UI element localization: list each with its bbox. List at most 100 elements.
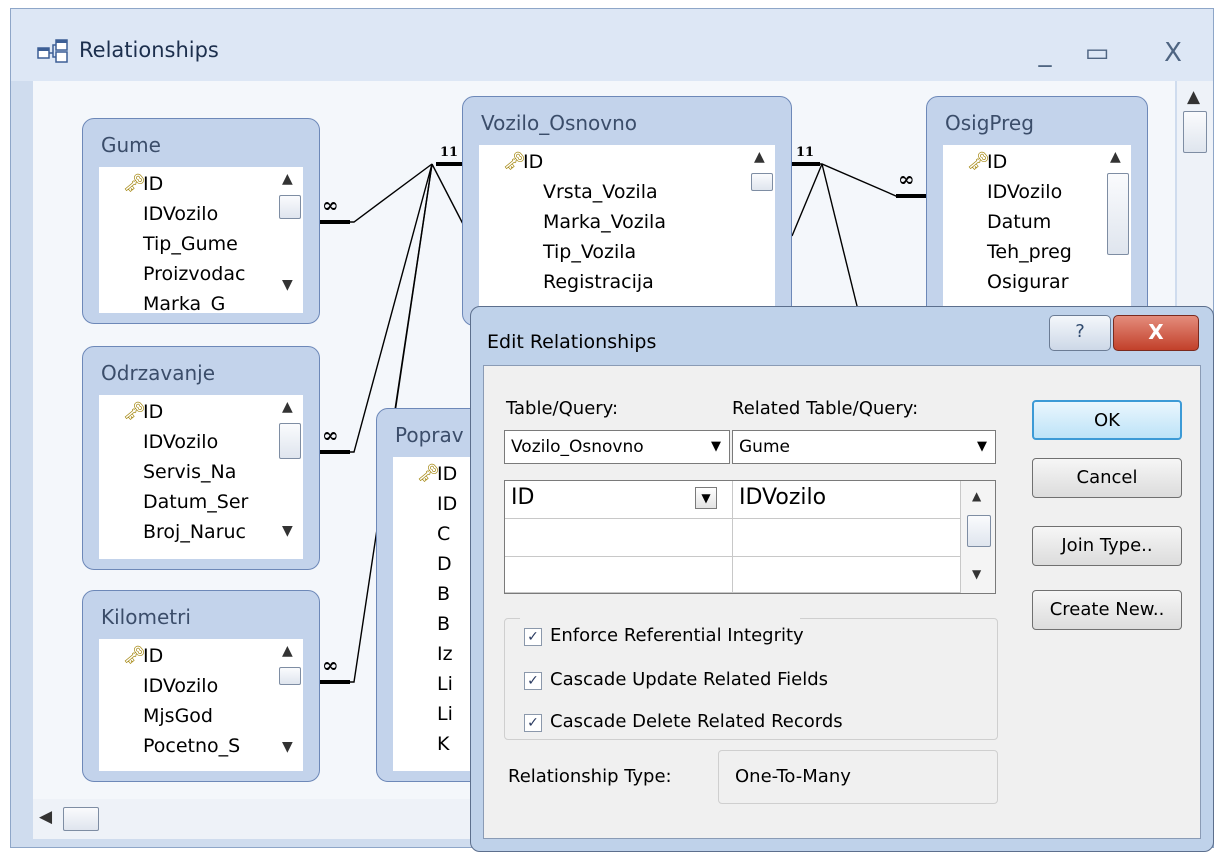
cascade-update-checkbox[interactable]: ✓: [524, 672, 542, 690]
field-item[interactable]: Pocetno_S: [143, 735, 240, 757]
field-item[interactable]: ID: [437, 463, 457, 485]
field-item[interactable]: Registracija: [543, 271, 654, 293]
scroll-up-arrow-icon[interactable]: ▲: [754, 149, 765, 165]
field-list[interactable]: 🗝 ID IDVozilo Datum Teh_preg Osigurar ▲: [943, 145, 1131, 315]
scroll-down-arrow-icon[interactable]: ▼: [972, 567, 981, 581]
table-scroll-thumb[interactable]: [751, 173, 773, 191]
field-list[interactable]: 🗝 ID IDVozilo Servis_Na Datum_Ser Broj_N…: [99, 395, 303, 559]
field-item[interactable]: ID: [143, 645, 163, 667]
dialog-close-button[interactable]: X: [1113, 315, 1199, 351]
field-item[interactable]: B: [437, 583, 450, 605]
cascade-update-label: Cascade Update Related Fields: [550, 669, 829, 690]
create-new-button[interactable]: Create New..: [1032, 590, 1182, 630]
field-item[interactable]: Li: [437, 673, 453, 695]
table-title: OsigPreg: [945, 111, 1034, 135]
related-field-cell[interactable]: IDVozilo: [733, 481, 961, 519]
table-title: Gume: [101, 133, 161, 157]
related-field-cell[interactable]: [733, 557, 961, 593]
field-item[interactable]: IDVozilo: [987, 181, 1062, 203]
field-item[interactable]: IDVozilo: [143, 203, 218, 225]
table-query-select[interactable]: Vozilo_Osnovno ▼: [504, 430, 730, 464]
field-item[interactable]: Tip_Vozila: [543, 241, 636, 263]
cascade-delete-checkbox[interactable]: ✓: [524, 714, 542, 732]
scroll-up-arrow-icon[interactable]: ▲: [282, 643, 293, 659]
field-item[interactable]: Li: [437, 703, 453, 725]
table-scrollbar[interactable]: ▲ ▼: [275, 167, 303, 313]
field-list[interactable]: 🗝 ID IDVozilo Tip_Gume Proizvodac Marka_…: [99, 167, 303, 313]
field-item[interactable]: Tip_Gume: [143, 233, 238, 255]
cascade-update-row[interactable]: ✓ Cascade Update Related Fields: [524, 666, 884, 696]
primary-field-cell[interactable]: ID ▼: [505, 481, 733, 519]
field-item[interactable]: Osigurar: [987, 271, 1069, 293]
enforce-integrity-label: Enforce Referential Integrity: [550, 625, 804, 646]
field-mapping-grid[interactable]: ID ▼ IDVozilo ▲ ▼: [504, 480, 996, 594]
field-item[interactable]: ID: [143, 401, 163, 423]
field-item[interactable]: Datum: [987, 211, 1051, 233]
table-osigpreg[interactable]: OsigPreg 🗝 ID IDVozilo Datum Teh_preg Os…: [926, 96, 1148, 326]
chevron-down-icon[interactable]: ▼: [711, 431, 721, 463]
table-scrollbar[interactable]: ▲: [1103, 145, 1131, 315]
relationship-type-label: Relationship Type:: [508, 766, 672, 787]
table-query-value: Vozilo_Osnovno: [511, 437, 644, 457]
field-item[interactable]: D: [437, 553, 452, 575]
field-item[interactable]: Marka_Vozila: [543, 211, 666, 233]
field-item[interactable]: ID: [143, 173, 163, 195]
many-end-label: ∞: [322, 193, 339, 217]
field-item[interactable]: Proizvodac: [143, 263, 245, 285]
join-type-button[interactable]: Join Type..: [1032, 526, 1182, 566]
field-item[interactable]: Iz: [437, 643, 453, 665]
field-item[interactable]: IDVozilo: [143, 431, 218, 453]
help-button[interactable]: ?: [1049, 315, 1111, 351]
primary-field-cell[interactable]: [505, 557, 733, 593]
table-scrollbar[interactable]: ▲ ▼: [275, 395, 303, 559]
field-item[interactable]: Marka_G: [143, 293, 225, 313]
field-item[interactable]: Vrsta_Vozila: [543, 181, 658, 203]
field-item[interactable]: MjsGod: [143, 705, 213, 727]
table-query-label: Table/Query:: [506, 398, 619, 419]
enforce-integrity-checkbox[interactable]: ✓: [524, 628, 542, 646]
table-vozilo-osnovno[interactable]: Vozilo_Osnovno 🗝 ID Vrsta_Vozila Marka_V…: [462, 96, 792, 326]
scroll-down-arrow-icon[interactable]: ▼: [282, 523, 293, 539]
grid-scroll-thumb[interactable]: [967, 515, 991, 547]
field-item[interactable]: IDVozilo: [143, 675, 218, 697]
chevron-down-icon[interactable]: ▼: [695, 487, 717, 509]
scroll-up-arrow-icon[interactable]: ▲: [1110, 149, 1121, 165]
table-odrzavanje[interactable]: Odrzavanje 🗝 ID IDVozilo Servis_Na Datum…: [82, 346, 320, 570]
scroll-up-arrow-icon[interactable]: ▲: [282, 171, 293, 187]
table-scroll-thumb[interactable]: [1107, 173, 1129, 255]
field-item[interactable]: C: [437, 523, 450, 545]
table-scrollbar[interactable]: ▲: [747, 145, 775, 315]
table-kilometri[interactable]: Kilometri 🗝 ID IDVozilo MjsGod Pocetno_S…: [82, 590, 320, 782]
related-table-select[interactable]: Gume ▼: [732, 430, 996, 464]
table-gume[interactable]: Gume 🗝 ID IDVozilo Tip_Gume Proizvodac M…: [82, 118, 320, 324]
enforce-row[interactable]: ✓ Enforce Referential Integrity: [520, 618, 804, 652]
ok-button[interactable]: OK: [1032, 400, 1182, 440]
field-list[interactable]: 🗝 ID IDVozilo MjsGod Pocetno_S ▲ ▼: [99, 639, 303, 771]
related-table-value: Gume: [739, 437, 790, 457]
field-item[interactable]: ID: [523, 151, 543, 173]
field-item[interactable]: Servis_Na: [143, 461, 236, 483]
field-item[interactable]: K: [437, 733, 449, 755]
table-scroll-thumb[interactable]: [279, 667, 301, 685]
scroll-up-arrow-icon[interactable]: ▲: [282, 399, 293, 415]
scroll-down-arrow-icon[interactable]: ▼: [282, 277, 293, 293]
field-item[interactable]: Datum_Ser: [143, 491, 248, 513]
scroll-down-arrow-icon[interactable]: ▼: [282, 739, 293, 755]
cascade-delete-row[interactable]: ✓ Cascade Delete Related Records: [524, 708, 884, 738]
grid-scrollbar[interactable]: ▲ ▼: [961, 481, 995, 593]
field-item[interactable]: Teh_preg: [987, 241, 1072, 263]
table-scroll-thumb[interactable]: [279, 423, 301, 459]
field-item[interactable]: B: [437, 613, 450, 635]
scroll-up-arrow-icon[interactable]: ▲: [972, 489, 981, 503]
dialog-client-area: Table/Query: Related Table/Query: Vozilo…: [483, 365, 1201, 839]
related-field-cell[interactable]: [733, 519, 961, 557]
table-scrollbar[interactable]: ▲ ▼: [275, 639, 303, 771]
table-scroll-thumb[interactable]: [279, 195, 301, 219]
field-list[interactable]: 🗝 ID Vrsta_Vozila Marka_Vozila Tip_Vozil…: [479, 145, 775, 315]
field-item[interactable]: Broj_Naruc: [143, 521, 246, 543]
primary-field-cell[interactable]: [505, 519, 733, 557]
field-item[interactable]: ID: [437, 493, 457, 515]
chevron-down-icon[interactable]: ▼: [977, 431, 987, 463]
field-item[interactable]: ID: [987, 151, 1007, 173]
cancel-button[interactable]: Cancel: [1032, 458, 1182, 498]
